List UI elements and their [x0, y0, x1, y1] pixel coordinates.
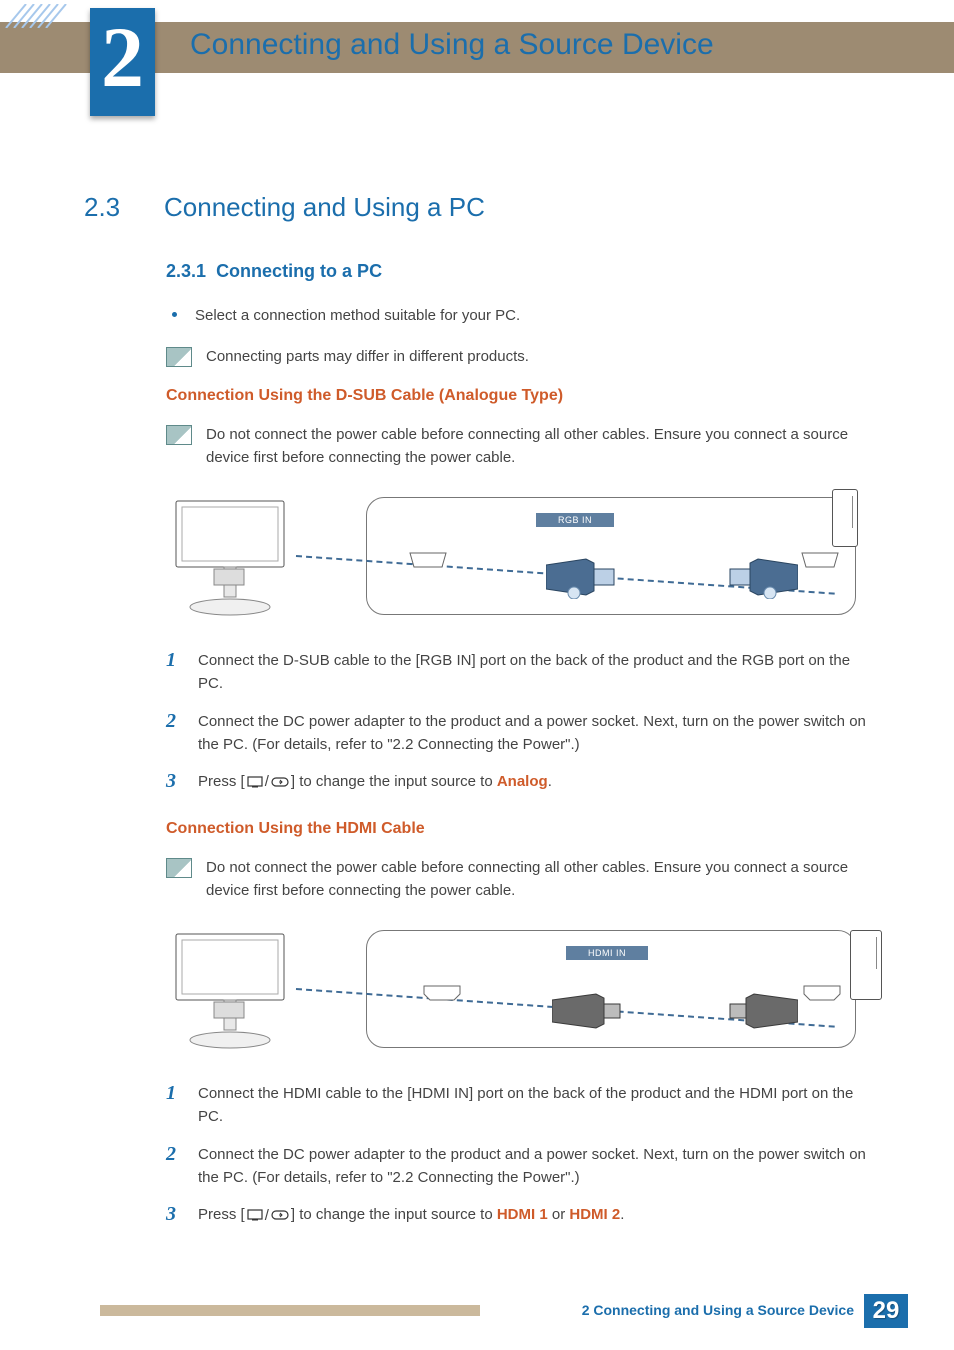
source-name: HDMI 1	[497, 1206, 548, 1223]
dsub-illustration: RGB IN	[166, 487, 866, 627]
note-text: Do not connect the power cable before co…	[206, 856, 878, 903]
pc-tower-icon	[832, 489, 858, 547]
hdmi-connector-icon	[726, 992, 798, 1036]
source-button-icon: /	[245, 770, 291, 793]
dsub-connector-icon	[726, 555, 798, 599]
step-row: 1 Connect the HDMI cable to the [HDMI IN…	[166, 1082, 878, 1129]
text-fragment: Press [	[198, 773, 245, 790]
step-row: 2 Connect the DC power adapter to the pr…	[166, 1143, 878, 1190]
text-fragment: ] to change the input source to	[291, 773, 497, 790]
note-row: Do not connect the power cable before co…	[166, 423, 878, 470]
hdmi-connector-icon	[552, 992, 624, 1036]
chapter-badge: 2	[90, 8, 155, 116]
note-icon	[166, 347, 192, 367]
step-number: 1	[166, 649, 182, 672]
bullet-item: Select a connection method suitable for …	[166, 304, 878, 327]
step-text: Connect the DC power adapter to the prod…	[198, 710, 878, 757]
text-fragment: Press [	[198, 1206, 245, 1223]
text-fragment: ] to change the input source to	[291, 1206, 497, 1223]
bullet-text: Select a connection method suitable for …	[195, 304, 520, 327]
chapter-title: Connecting and Using a Source Device	[190, 28, 714, 62]
note-icon	[166, 858, 192, 878]
step-number: 2	[166, 1143, 182, 1166]
bullet-icon	[172, 312, 177, 317]
note-icon	[166, 425, 192, 445]
text-fragment: .	[620, 1206, 624, 1223]
monitor-icon	[170, 495, 290, 620]
note-row: Do not connect the power cable before co…	[166, 856, 878, 903]
pc-tower-icon	[850, 930, 882, 1000]
text-fragment: or	[548, 1206, 570, 1223]
footer-decor	[100, 1305, 480, 1316]
note-row: Connecting parts may differ in different…	[166, 345, 878, 368]
step-number: 1	[166, 1082, 182, 1105]
port-icon	[406, 549, 450, 571]
hatch-decoration	[0, 4, 75, 28]
source-name: HDMI 2	[569, 1206, 620, 1223]
hdmi-illustration: HDMI IN	[166, 920, 866, 1060]
step-row: 2 Connect the DC power adapter to the pr…	[166, 710, 878, 757]
step-row: 3 Press [/] to change the input source t…	[166, 770, 878, 794]
step-number: 2	[166, 710, 182, 733]
port-label: HDMI IN	[566, 946, 648, 960]
subsection-number: 2.3.1	[166, 261, 206, 281]
dsub-heading: Connection Using the D-SUB Cable (Analog…	[166, 387, 878, 405]
footer-chapter: 2 Connecting and Using a Source Device	[582, 1302, 854, 1318]
step-row: 3 Press [/] to change the input source t…	[166, 1203, 878, 1227]
source-name: Analog	[497, 773, 548, 790]
port-icon	[802, 984, 842, 1002]
step-text: Connect the D-SUB cable to the [RGB IN] …	[198, 649, 878, 696]
subsection-heading: 2.3.1 Connecting to a PC	[166, 261, 878, 282]
step-number: 3	[166, 1203, 182, 1226]
step-row: 1 Connect the D-SUB cable to the [RGB IN…	[166, 649, 878, 696]
step-number: 3	[166, 770, 182, 793]
source-button-icon: /	[245, 1204, 291, 1227]
footer: 2 Connecting and Using a Source Device 2…	[0, 1294, 954, 1328]
monitor-icon	[170, 928, 290, 1053]
step-text: Press [/] to change the input source to …	[198, 1203, 624, 1227]
page-number: 29	[864, 1294, 908, 1328]
step-text: Press [/] to change the input source to …	[198, 770, 552, 794]
note-text: Do not connect the power cable before co…	[206, 423, 878, 470]
step-text: Connect the HDMI cable to the [HDMI IN] …	[198, 1082, 878, 1129]
port-icon	[422, 984, 462, 1002]
section-number: 2.3	[84, 192, 134, 223]
step-text: Connect the DC power adapter to the prod…	[198, 1143, 878, 1190]
section-heading: 2.3 Connecting and Using a PC	[84, 192, 878, 223]
chapter-number: 2	[90, 8, 155, 100]
text-fragment: .	[548, 773, 552, 790]
port-label: RGB IN	[536, 513, 614, 527]
section-title: Connecting and Using a PC	[164, 192, 485, 223]
subsection-title: Connecting to a PC	[216, 261, 382, 281]
note-text: Connecting parts may differ in different…	[206, 345, 529, 368]
port-icon	[798, 549, 842, 571]
dsub-connector-icon	[546, 555, 618, 599]
hdmi-heading: Connection Using the HDMI Cable	[166, 820, 878, 838]
